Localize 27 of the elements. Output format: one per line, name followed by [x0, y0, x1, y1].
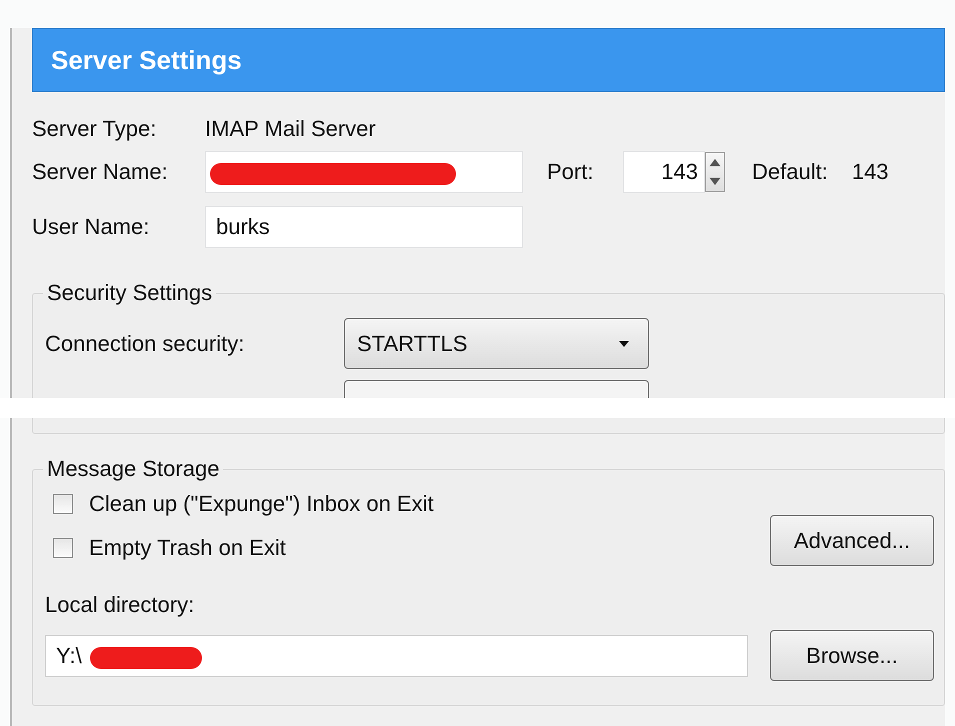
field-label: Server Type:: [32, 116, 158, 142]
checkbox[interactable]: [53, 538, 73, 558]
group-title: Message Storage: [46, 456, 220, 482]
field-value: IMAP Mail Server: [205, 116, 376, 142]
field-label: Connection security:: [45, 330, 246, 356]
dropdown[interactable]: STARTTLS: [344, 318, 649, 369]
input-field[interactable]: 143: [623, 151, 705, 193]
header-title: Server Settings: [51, 44, 242, 76]
input-field[interactable]: Y:\: [45, 634, 748, 676]
input-field[interactable]: [205, 151, 523, 193]
field-value: 143: [852, 159, 889, 185]
field-value: Y:\: [56, 642, 82, 668]
spinner-icon[interactable]: [705, 152, 725, 192]
dropdown[interactable]: [344, 380, 649, 400]
field-label: Local directory:: [45, 592, 194, 618]
checkbox[interactable]: [53, 494, 73, 514]
caret-icon: [618, 340, 630, 348]
input-field[interactable]: burks: [205, 206, 523, 248]
checkbox-label: Empty Trash on Exit: [89, 535, 286, 561]
browse-button[interactable]: Browse...: [770, 630, 934, 681]
field-label: Port:: [547, 159, 594, 185]
field-label: Default:: [752, 159, 828, 185]
field-label: User Name:: [32, 214, 150, 240]
group-title: Security Settings: [46, 280, 214, 306]
advanced-button[interactable]: Advanced...: [770, 515, 934, 566]
field-label: Server Name:: [32, 159, 169, 185]
checkbox-label: Clean up ("Expunge") Inbox on Exit: [89, 491, 434, 517]
